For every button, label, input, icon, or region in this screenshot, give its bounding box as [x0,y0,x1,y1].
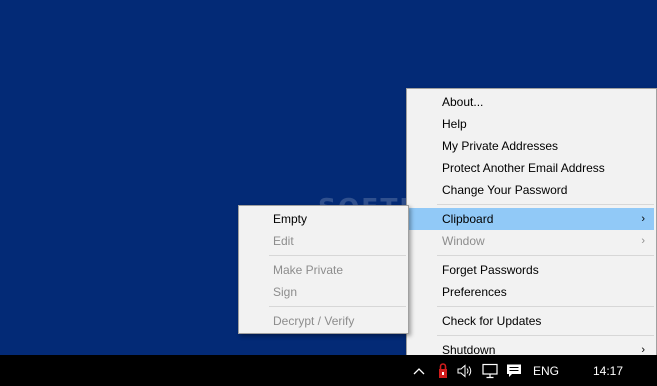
submenu-item-sign[interactable]: Sign [241,281,406,303]
submenu-item-edit[interactable]: Edit [241,230,406,252]
menu-item-label: Protect Another Email Address [442,161,605,175]
tray-context-menu: About... Help My Private Addresses Prote… [406,88,657,367]
submenu-arrow-icon: › [641,235,645,247]
menu-separator [269,255,406,256]
app-lock-icon[interactable] [432,355,454,386]
volume-icon[interactable] [455,355,475,386]
menu-item-label: Preferences [442,285,507,299]
menu-item-check-for-updates[interactable]: Check for Updates [409,310,654,332]
clock[interactable]: 14:17 [593,355,623,386]
chevron-up-icon[interactable] [408,355,430,386]
menu-item-preferences[interactable]: Preferences [409,281,654,303]
menu-item-label: Help [442,117,467,131]
menu-separator [437,255,654,256]
menu-item-label: Change Your Password [442,183,568,197]
menu-item-label: Window [442,234,485,248]
menu-item-window[interactable]: Window › [409,230,654,252]
menu-separator [269,306,406,307]
submenu-item-make-private[interactable]: Make Private [241,259,406,281]
menu-item-my-private-addresses[interactable]: My Private Addresses [409,135,654,157]
taskbar: ENG 14:17 [0,355,657,386]
submenu-arrow-icon: › [641,213,645,225]
menu-item-label: Empty [273,212,308,226]
menu-separator [437,335,654,336]
menu-item-help[interactable]: Help [409,113,654,135]
menu-item-label: Check for Updates [442,314,542,328]
menu-item-label: Decrypt / Verify [273,314,355,328]
menu-item-label: Clipboard [442,212,494,226]
menu-item-label: My Private Addresses [442,139,559,153]
menu-item-change-password[interactable]: Change Your Password [409,179,654,201]
menu-item-label: Edit [273,234,294,248]
language-indicator[interactable]: ENG [533,355,559,386]
menu-item-label: About... [442,95,484,109]
menu-separator [437,306,654,307]
menu-item-label: Make Private [273,263,344,277]
menu-separator [437,204,654,205]
clipboard-submenu: Empty Edit Make Private Sign Decrypt / V… [238,205,409,334]
menu-item-label: Sign [273,285,298,299]
network-icon[interactable] [479,355,501,386]
menu-item-protect-another-email[interactable]: Protect Another Email Address [409,157,654,179]
menu-item-about[interactable]: About... [409,91,654,113]
menu-item-label: Forget Passwords [442,263,539,277]
menu-item-clipboard[interactable]: Clipboard › [409,208,654,230]
menu-item-forget-passwords[interactable]: Forget Passwords [409,259,654,281]
submenu-item-empty[interactable]: Empty [241,208,406,230]
submenu-item-decrypt-verify[interactable]: Decrypt / Verify [241,310,406,332]
notification-icon[interactable] [503,355,525,386]
